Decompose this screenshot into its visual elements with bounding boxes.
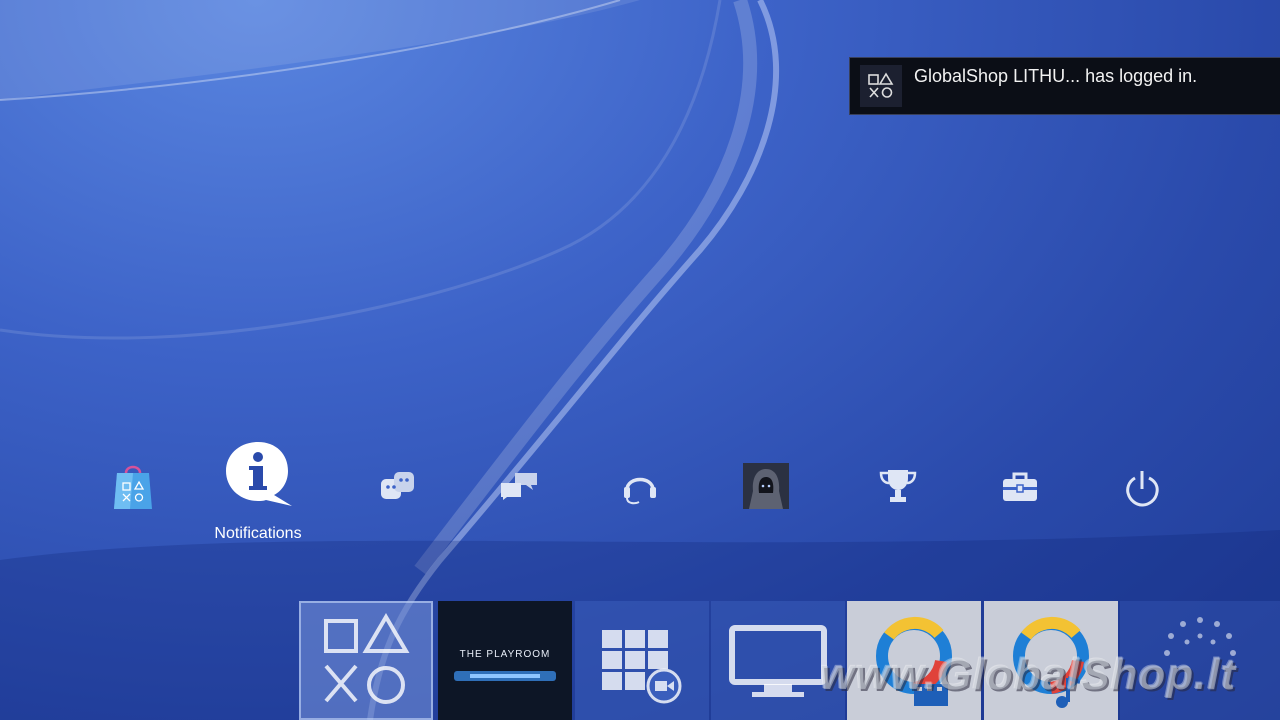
store-bag-icon (114, 465, 152, 509)
toolbox-icon (1003, 472, 1037, 501)
tv-video-icon (602, 629, 682, 703)
playroom-bar (454, 671, 556, 681)
function-notifications[interactable] (222, 440, 294, 510)
trophy-icon (879, 470, 917, 502)
ps-symbols-icon (324, 612, 410, 704)
messages-icon (501, 473, 537, 500)
friends-icon (381, 472, 414, 499)
monitor-icon (729, 624, 827, 697)
tile-the-playroom[interactable]: THE PLAYROOM (438, 601, 572, 720)
function-settings[interactable] (1000, 470, 1040, 504)
function-messages[interactable] (498, 470, 540, 502)
headset-icon (624, 477, 656, 505)
power-icon (1126, 471, 1159, 507)
function-friends[interactable] (378, 468, 418, 504)
function-power[interactable] (1122, 468, 1162, 508)
function-profile[interactable] (743, 463, 789, 509)
function-party[interactable] (620, 466, 660, 506)
info-bubble-icon (226, 442, 292, 506)
tile-tv-video[interactable] (575, 601, 709, 720)
login-notification-toast: GlobalShop LITHU... has logged in. (849, 57, 1280, 115)
selected-function-label: Notifications (214, 525, 302, 542)
tile-ps-symbols[interactable] (299, 601, 433, 720)
watermark-text: www.GlobalShop.lt (820, 650, 1237, 699)
function-store[interactable] (110, 460, 156, 512)
function-trophies[interactable] (878, 468, 918, 504)
ps-symbols-icon (860, 65, 902, 107)
playroom-title: THE PLAYROOM (459, 649, 551, 660)
avatar-icon (743, 463, 789, 509)
notification-message: GlobalShop LITHU... has logged in. (914, 66, 1198, 86)
